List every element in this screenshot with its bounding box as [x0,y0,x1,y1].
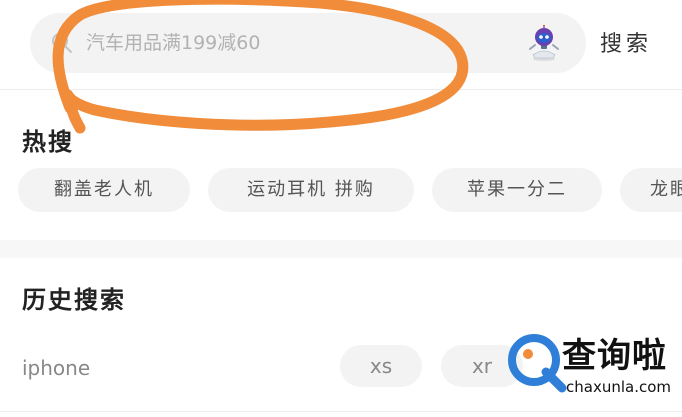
search-page: 搜索 热搜 翻盖老人机 运动耳机 拼购 苹果一分二 龙眼 历史搜索 iphone… [0,0,682,417]
watermark-text: 查询啦 [562,336,667,376]
search-bar[interactable] [30,13,586,73]
history-title: 历史搜索 [22,286,126,314]
section-separator [0,240,682,258]
search-input[interactable] [86,13,506,73]
hot-search-chip[interactable]: 运动耳机 拼购 [208,168,414,212]
search-button[interactable]: 搜索 [600,22,674,62]
hot-search-chip[interactable]: 翻盖老人机 [18,168,190,212]
hot-search-chip[interactable]: 苹果一分二 [432,168,602,212]
watermark-logo-icon [508,334,567,393]
watermark-url: chaxunla.com [566,378,671,396]
hot-search-title: 热搜 [22,128,74,156]
history-item[interactable]: iphone [22,347,90,389]
hot-search-chip[interactable]: 龙眼 [620,168,682,212]
history-item[interactable]: xs [340,345,422,387]
header-divider [0,89,682,90]
robot-icon[interactable] [526,25,562,61]
watermark: 查询啦 chaxunla.com [498,328,682,417]
search-icon [52,33,72,53]
